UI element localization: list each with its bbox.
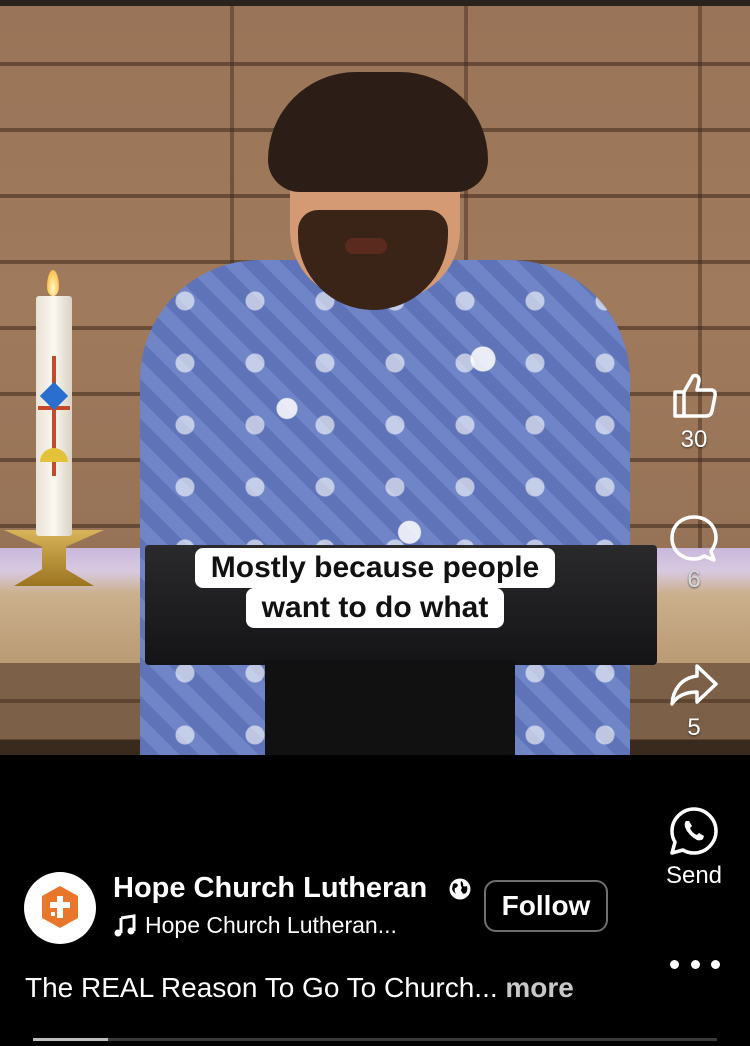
share-arrow-icon <box>670 664 718 706</box>
more-dots-icon <box>690 959 700 969</box>
video-player[interactable] <box>0 0 750 755</box>
description-text: The REAL Reason To Go To Church... <box>25 972 498 1003</box>
more-dots-icon <box>711 959 720 969</box>
send-label: Send <box>665 862 723 889</box>
whatsapp-icon <box>670 807 718 855</box>
speaker-mouth <box>345 238 387 254</box>
video-caption: Mostly because people want to do what <box>0 548 750 628</box>
thumbs-up-icon <box>673 373 717 418</box>
avatar[interactable] <box>24 872 96 944</box>
lectern-stand <box>265 660 515 755</box>
candle-flame <box>47 270 59 296</box>
video-progress-fill <box>33 1038 109 1041</box>
video-progress-bar[interactable] <box>33 1038 717 1041</box>
like-button[interactable]: 30 <box>650 368 738 454</box>
church-logo-icon <box>42 886 78 928</box>
music-note-icon <box>114 913 136 936</box>
caption-line-1: Mostly because people <box>194 548 556 588</box>
paschal-candle <box>36 296 72 536</box>
comment-button[interactable]: 6 <box>650 512 738 594</box>
like-count: 30 <box>680 426 708 453</box>
share-count: 5 <box>687 714 701 741</box>
video-top-edge <box>0 0 750 6</box>
audio-track[interactable]: Hope Church Lutheran... <box>113 912 397 939</box>
speaker-hair <box>268 72 488 192</box>
more-options-button[interactable] <box>670 955 720 973</box>
follow-button[interactable]: Follow <box>484 880 608 932</box>
audio-label: Hope Church Lutheran... <box>145 912 397 938</box>
candle-emblem <box>40 448 68 462</box>
account-name[interactable]: Hope Church Lutheran <box>113 872 427 905</box>
more-link[interactable]: more <box>505 972 573 1003</box>
comment-bubble-icon <box>670 515 718 562</box>
post-description[interactable]: The REAL Reason To Go To Church... more <box>25 972 574 1004</box>
send-whatsapp-button[interactable]: Send <box>650 804 738 890</box>
globe-icon <box>449 878 471 900</box>
comment-count: 6 <box>687 566 701 593</box>
more-dots-icon <box>670 959 679 969</box>
caption-line-2: want to do what <box>245 588 505 628</box>
share-button[interactable]: 5 <box>650 660 738 742</box>
